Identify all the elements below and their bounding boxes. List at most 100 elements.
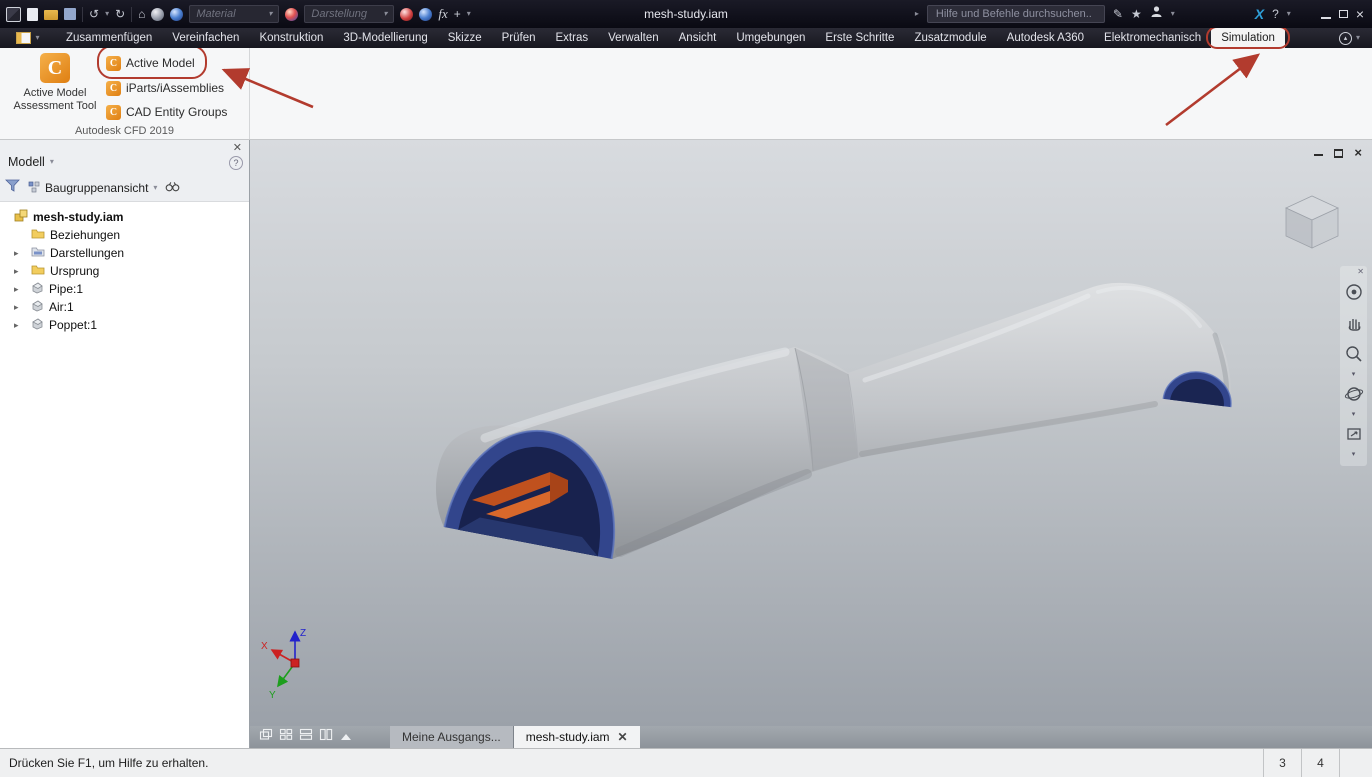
tree-item-assembly-root[interactable]: mesh-study.iam: [0, 208, 249, 226]
zoom-icon[interactable]: [1344, 344, 1364, 369]
help-caret-icon[interactable]: ▾: [1287, 10, 1291, 18]
orbit-caret-icon[interactable]: ▾: [1352, 411, 1356, 418]
tree-item-label: Poppet:1: [49, 318, 98, 332]
browser-close-icon[interactable]: ✕: [233, 141, 242, 154]
tab-extras[interactable]: Extras: [546, 28, 599, 48]
tab-umgebungen[interactable]: Umgebungen: [726, 28, 815, 48]
tree-item-poppet[interactable]: ▸ Poppet:1: [0, 316, 249, 334]
tile-windows-icon[interactable]: [279, 728, 293, 746]
iparts-iassemblies-button[interactable]: C iParts/iAssemblies: [106, 78, 224, 98]
titlebar: ↺ ▾ ↻ ⌂ Material ▾ Darstellung ▾ fx + ▾ …: [0, 0, 1372, 28]
tab-konstruktion[interactable]: Konstruktion: [249, 28, 333, 48]
orbit-icon[interactable]: [1344, 384, 1364, 409]
doc-tab-close-icon[interactable]: ✕: [618, 730, 628, 744]
expand-tabs-icon[interactable]: [341, 734, 351, 740]
tab-zusammenfuegen[interactable]: Zusammenfügen: [56, 28, 162, 48]
doc-close-button[interactable]: ×: [1354, 146, 1362, 160]
filter-funnel-icon[interactable]: [5, 179, 20, 197]
undo-caret-icon[interactable]: ▾: [105, 10, 109, 18]
redo-icon[interactable]: ↻: [115, 8, 125, 20]
minimize-button[interactable]: [1320, 16, 1331, 19]
inventor-x-icon[interactable]: X: [1255, 6, 1264, 22]
ribbon-display-options[interactable]: ▴ ▾: [1338, 28, 1372, 48]
chevron-down-icon: ▾: [383, 9, 388, 18]
appearance-sphere-icon[interactable]: [285, 7, 299, 21]
quick-access-toolbar: ↺ ▾ ↻ ⌂ Material ▾ Darstellung ▾ fx + ▾: [0, 5, 471, 23]
doc-tab-home[interactable]: Meine Ausgangs...: [390, 726, 514, 748]
tab-autodesk-a360[interactable]: Autodesk A360: [997, 28, 1094, 48]
expand-search-icon[interactable]: ▸: [915, 10, 919, 18]
sign-in-caret-icon[interactable]: ▾: [1171, 10, 1175, 18]
look-at-caret-icon[interactable]: ▾: [1352, 451, 1356, 458]
expand-caret-icon[interactable]: ▸: [14, 302, 26, 313]
tree-item-label: Air:1: [49, 300, 74, 314]
tab-vereinfachen[interactable]: Vereinfachen: [162, 28, 249, 48]
arrange-vertical-icon[interactable]: [319, 728, 333, 746]
pen-icon[interactable]: ✎: [1113, 8, 1123, 20]
zoom-caret-icon[interactable]: ▾: [1352, 371, 1356, 378]
clear-appearance-icon[interactable]: [419, 7, 433, 21]
close-button[interactable]: ×: [1356, 7, 1364, 21]
active-model-assessment-tool-button[interactable]: C Active Model Assessment Tool: [5, 51, 105, 127]
expand-caret-icon[interactable]: ▸: [14, 266, 26, 277]
cascade-windows-icon[interactable]: [259, 728, 273, 746]
tab-simulation[interactable]: Simulation: [1206, 26, 1290, 49]
viewcube[interactable]: [1274, 188, 1350, 257]
appearance-select[interactable]: Darstellung ▾: [304, 5, 395, 23]
expand-caret-icon[interactable]: ▸: [14, 248, 26, 259]
file-menu-button[interactable]: ▾: [0, 28, 56, 48]
help-icon[interactable]: ?: [1272, 8, 1279, 20]
graphics-viewport[interactable]: Z X Y × ✕ ▾ ▾ ▾: [250, 140, 1372, 726]
tab-pruefen[interactable]: Prüfen: [492, 28, 546, 48]
add-quick-access-icon[interactable]: +: [454, 8, 461, 20]
browser-title-dropdown[interactable]: Modell ▾: [8, 155, 54, 169]
tree-item-ursprung[interactable]: ▸ Ursprung: [0, 262, 249, 280]
doc-minimize-button[interactable]: [1314, 154, 1324, 156]
toolbar-options-caret-icon[interactable]: ▾: [467, 10, 471, 18]
expand-caret-icon[interactable]: ▸: [14, 320, 26, 331]
render-sphere-icon[interactable]: [151, 7, 165, 21]
tree-item-darstellungen[interactable]: ▸ Darstellungen: [0, 244, 249, 262]
view-mode-dropdown[interactable]: Baugruppenansicht ▾: [28, 181, 157, 196]
user-icon[interactable]: [1150, 5, 1163, 23]
active-model-button[interactable]: C Active Model: [97, 45, 207, 79]
save-icon[interactable]: [64, 8, 76, 20]
tree-item-pipe[interactable]: ▸ Pipe:1: [0, 280, 249, 298]
model-3d-view[interactable]: Z X Y: [250, 140, 1372, 726]
tab-verwalten[interactable]: Verwalten: [598, 28, 669, 48]
look-at-icon[interactable]: [1344, 424, 1364, 449]
document-window-controls: ×: [1314, 146, 1362, 160]
assessment-tool-label-line1: Active Model: [23, 87, 87, 99]
tab-elektromechanisch[interactable]: Elektromechanisch: [1094, 28, 1211, 48]
material-select[interactable]: Material ▾: [189, 5, 280, 23]
restore-button[interactable]: [1338, 10, 1348, 18]
tab-3d-modellierung[interactable]: 3D-Modellierung: [333, 28, 437, 48]
open-folder-icon[interactable]: [44, 10, 58, 20]
navbar-close-icon[interactable]: ✕: [1357, 268, 1364, 276]
tree-item-air[interactable]: ▸ Air:1: [0, 298, 249, 316]
browser-help-icon[interactable]: ?: [229, 156, 243, 170]
tab-skizze[interactable]: Skizze: [438, 28, 492, 48]
navigation-bar: ✕ ▾ ▾ ▾: [1340, 266, 1367, 466]
pan-hand-icon[interactable]: [1344, 313, 1364, 338]
arrange-horizontal-icon[interactable]: [299, 728, 313, 746]
expand-caret-icon[interactable]: ▸: [14, 284, 26, 295]
app-logo-icon[interactable]: [6, 6, 21, 22]
adjust-appearance-icon[interactable]: [400, 7, 414, 21]
doc-tab-mesh-study[interactable]: mesh-study.iam ✕: [513, 726, 640, 748]
new-file-icon[interactable]: [27, 7, 38, 21]
favorites-star-icon[interactable]: ★: [1131, 8, 1142, 20]
tree-item-beziehungen[interactable]: Beziehungen: [0, 226, 249, 244]
doc-restore-button[interactable]: [1334, 149, 1344, 158]
navigation-wheel-icon[interactable]: [1344, 282, 1364, 307]
tab-erste-schritte[interactable]: Erste Schritte: [815, 28, 904, 48]
tab-ansicht[interactable]: Ansicht: [669, 28, 727, 48]
cad-entity-groups-button[interactable]: C CAD Entity Groups: [106, 102, 227, 122]
search-binoculars-icon[interactable]: [165, 179, 180, 197]
tab-zusatzmodule[interactable]: Zusatzmodule: [904, 28, 996, 48]
home-icon[interactable]: ⌂: [138, 8, 145, 20]
measure-icon[interactable]: [170, 7, 184, 21]
search-input[interactable]: Hilfe und Befehle durchsuchen..: [926, 5, 1105, 23]
parameters-fx-icon[interactable]: fx: [438, 6, 447, 22]
undo-icon[interactable]: ↺: [89, 8, 99, 20]
